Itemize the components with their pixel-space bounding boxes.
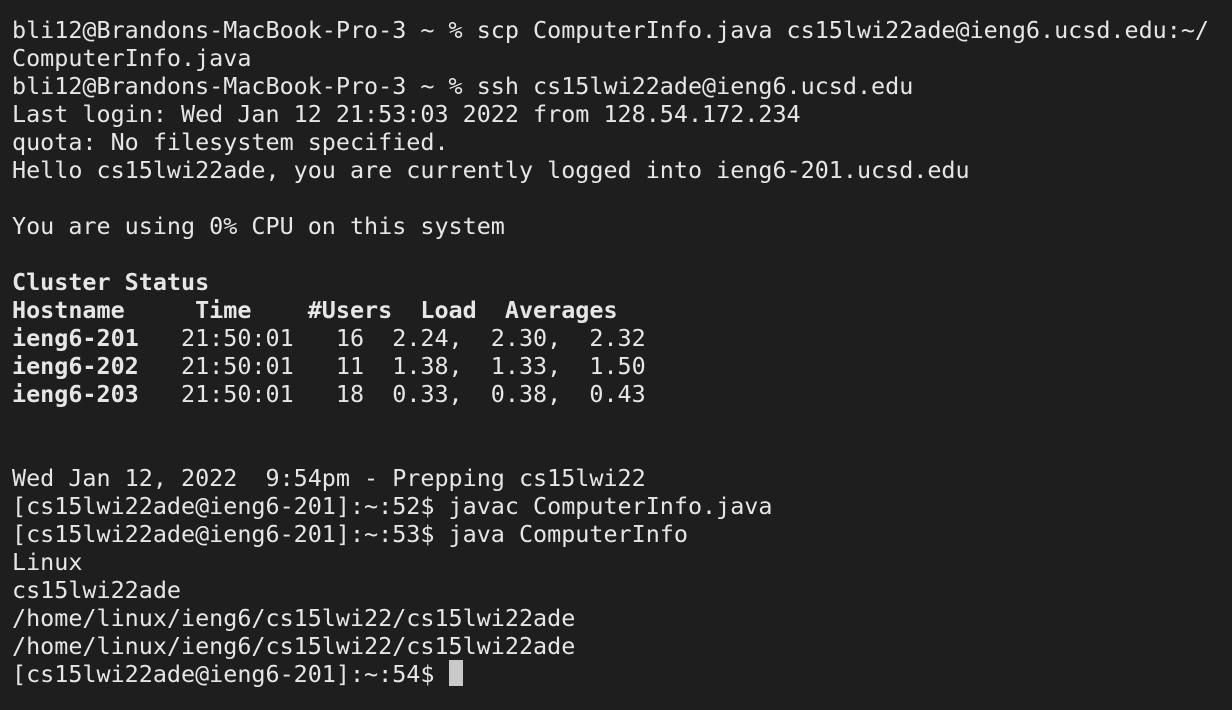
terminal-line: /home/linux/ieng6/cs15lwi22/cs15lwi22ade: [12, 632, 1220, 660]
terminal-line: Cluster Status: [12, 268, 1220, 296]
terminal-line: Hostname Time #Users Load Averages: [12, 296, 1220, 324]
terminal-line-text: ieng6-202: [12, 352, 139, 380]
terminal-line-text: [cs15lwi22ade@ieng6-201]:~:52$ javac Com…: [12, 492, 773, 520]
terminal-line-text: bli12@Brandons-MacBook-Pro-3 ~ % scp Com…: [12, 16, 1209, 44]
terminal-line-text: bli12@Brandons-MacBook-Pro-3 ~ % ssh cs1…: [12, 72, 914, 100]
terminal-line-values: 21:50:01 11 1.38, 1.33, 1.50: [138, 352, 646, 380]
terminal-line: bli12@Brandons-MacBook-Pro-3 ~ % scp Com…: [12, 16, 1220, 44]
terminal-line-text: Cluster Status: [12, 268, 210, 296]
terminal-line-values: 21:50:01 18 0.33, 0.38, 0.43: [138, 380, 646, 408]
shell-prompt: [cs15lwi22ade@ieng6-201]:~:54$: [12, 660, 449, 688]
terminal-line: ieng6-201 21:50:01 16 2.24, 2.30, 2.32: [12, 324, 1220, 352]
terminal-line-text: ieng6-203: [12, 380, 139, 408]
terminal-line-text: cs15lwi22ade: [12, 576, 181, 604]
terminal-line: bli12@Brandons-MacBook-Pro-3 ~ % ssh cs1…: [12, 72, 1220, 100]
terminal-line: Linux: [12, 548, 1220, 576]
terminal-line: [cs15lwi22ade@ieng6-201]:~:53$ java Comp…: [12, 520, 1220, 548]
terminal-line-text: ieng6-201: [12, 324, 139, 352]
terminal-line-text: Wed Jan 12, 2022 9:54pm - Prepping cs15l…: [12, 464, 646, 492]
terminal-line-text: You are using 0% CPU on this system: [12, 212, 505, 240]
terminal-line-values: 21:50:01 16 2.24, 2.30, 2.32: [138, 324, 646, 352]
terminal-line: cs15lwi22ade: [12, 576, 1220, 604]
terminal-line-text: Hello cs15lwi22ade, you are currently lo…: [12, 156, 970, 184]
text-cursor: [448, 660, 463, 686]
terminal-line: Wed Jan 12, 2022 9:54pm - Prepping cs15l…: [12, 464, 1220, 492]
terminal-line-text: [cs15lwi22ade@ieng6-201]:~:53$ java Comp…: [12, 520, 688, 548]
terminal-line-text: Hostname Time #Users Load Averages: [12, 296, 618, 324]
terminal-line-text: /home/linux/ieng6/cs15lwi22/cs15lwi22ade: [12, 604, 576, 632]
terminal-line-text: ComputerInfo.java: [12, 44, 252, 72]
terminal-line: quota: No filesystem specified.: [12, 128, 1220, 156]
terminal-output: bli12@Brandons-MacBook-Pro-3 ~ % scp Com…: [12, 16, 1220, 660]
terminal-line: ComputerInfo.java: [12, 44, 1220, 72]
terminal-line: You are using 0% CPU on this system: [12, 212, 1220, 240]
prompt-line[interactable]: [cs15lwi22ade@ieng6-201]:~:54$: [12, 660, 1220, 688]
terminal-line: /home/linux/ieng6/cs15lwi22/cs15lwi22ade: [12, 604, 1220, 632]
terminal-line: [cs15lwi22ade@ieng6-201]:~:52$ javac Com…: [12, 492, 1220, 520]
terminal-line: ieng6-203 21:50:01 18 0.33, 0.38, 0.43: [12, 380, 1220, 408]
terminal-line-text: Linux: [12, 548, 83, 576]
terminal-line: ieng6-202 21:50:01 11 1.38, 1.33, 1.50: [12, 352, 1220, 380]
terminal-line: Last login: Wed Jan 12 21:53:03 2022 fro…: [12, 100, 1220, 128]
terminal-window[interactable]: bli12@Brandons-MacBook-Pro-3 ~ % scp Com…: [0, 0, 1232, 710]
terminal-line-text: quota: No filesystem specified.: [12, 128, 449, 156]
terminal-line-text: /home/linux/ieng6/cs15lwi22/cs15lwi22ade: [12, 632, 576, 660]
terminal-line-text: Last login: Wed Jan 12 21:53:03 2022 fro…: [12, 100, 801, 128]
terminal-line: Hello cs15lwi22ade, you are currently lo…: [12, 156, 1220, 184]
